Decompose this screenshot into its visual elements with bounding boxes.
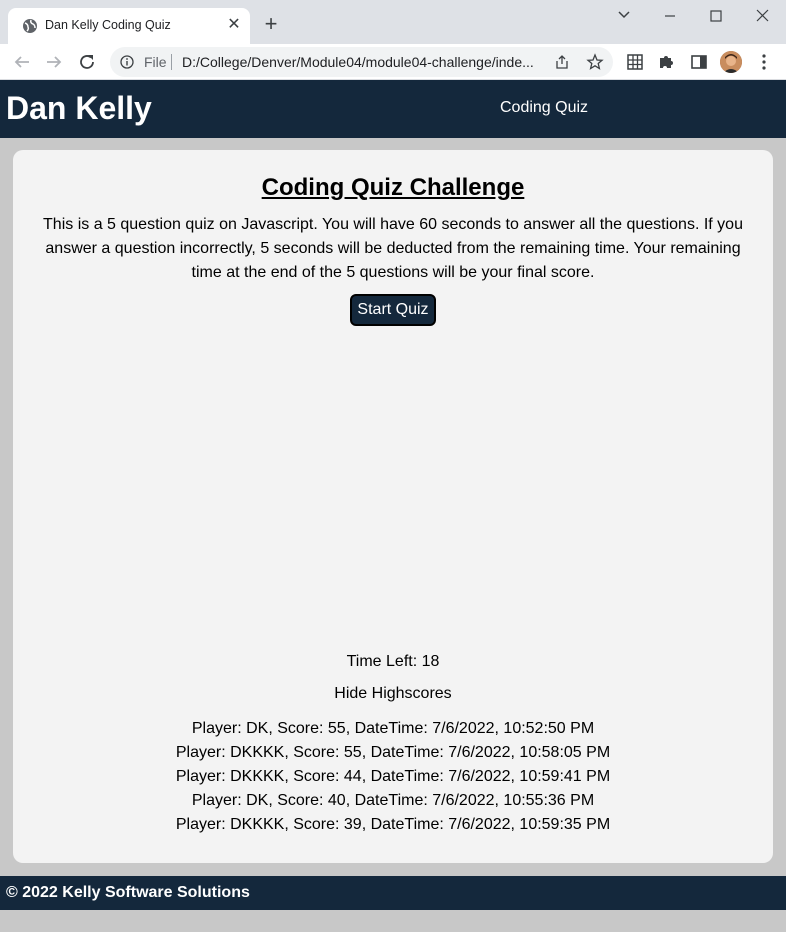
- highscore-entry: Player: DKKKK, Score: 55, DateTime: 7/6/…: [175, 744, 611, 761]
- window-close-icon[interactable]: [742, 4, 782, 28]
- highscore-entry: Player: DK, Score: 40, DateTime: 7/6/202…: [191, 792, 595, 809]
- close-icon[interactable]: ✕: [226, 16, 242, 34]
- share-icon[interactable]: [554, 54, 570, 70]
- browser-tab[interactable]: Dan Kelly Coding Quiz ✕: [8, 8, 250, 44]
- chevron-down-icon[interactable]: [604, 4, 644, 28]
- highscore-entry: Player: DKKKK, Score: 39, DateTime: 7/6/…: [175, 816, 611, 833]
- puzzle-icon[interactable]: [656, 52, 676, 72]
- quiz-description: This is a 5 question quiz on Javascript.…: [43, 216, 743, 281]
- quiz-title: Coding Quiz Challenge: [261, 174, 525, 201]
- info-icon[interactable]: [120, 55, 134, 69]
- address-url[interactable]: D:/College/Denver/Module04/module04-chal…: [182, 54, 552, 70]
- browser-toolbar: File D:/College/Denver/Module04/module04…: [0, 44, 786, 80]
- grid-icon[interactable]: [625, 52, 645, 72]
- highscore-entry: Player: DK, Score: 55, DateTime: 7/6/202…: [191, 720, 595, 737]
- kebab-menu-icon[interactable]: [754, 52, 774, 72]
- page-viewport: Dan Kelly Coding Quiz Coding Quiz Challe…: [0, 80, 786, 932]
- minimize-icon[interactable]: [650, 4, 690, 28]
- browser-tab-strip: Dan Kelly Coding Quiz ✕ +: [0, 0, 786, 44]
- reload-icon[interactable]: [75, 50, 99, 74]
- maximize-icon[interactable]: [696, 4, 736, 28]
- quiz-card: Coding Quiz Challenge This is a 5 questi…: [13, 150, 773, 863]
- globe-icon: [23, 19, 37, 33]
- copyright-text: © 2022 Kelly Software Solutions: [6, 884, 250, 901]
- plus-icon[interactable]: +: [258, 12, 284, 38]
- avatar[interactable]: [720, 51, 742, 73]
- site-header: Dan Kelly Coding Quiz: [0, 80, 786, 138]
- hide-highscores-toggle[interactable]: Hide Highscores: [13, 685, 773, 703]
- site-footer: © 2022 Kelly Software Solutions: [0, 876, 786, 910]
- site-name: Dan Kelly: [6, 90, 152, 126]
- time-left: Time Left: 18: [346, 653, 440, 670]
- nav-coding-quiz: Coding Quiz: [500, 99, 589, 116]
- highscore-entry: Player: DKKKK, Score: 44, DateTime: 7/6/…: [175, 768, 611, 785]
- side-panel-icon[interactable]: [689, 52, 709, 72]
- address-bar[interactable]: File D:/College/Denver/Module04/module04…: [110, 47, 613, 77]
- forward-arrow-icon[interactable]: [42, 50, 66, 74]
- address-scheme: File: [144, 54, 167, 70]
- back-arrow-icon[interactable]: [10, 50, 34, 74]
- highscores-list: Player: DK, Score: 55, DateTime: 7/6/202…: [13, 717, 773, 837]
- tab-title: Dan Kelly Coding Quiz: [45, 18, 171, 32]
- start-quiz-button[interactable]: Start Quiz: [350, 294, 436, 326]
- address-divider: [171, 54, 172, 70]
- star-icon[interactable]: [586, 53, 604, 71]
